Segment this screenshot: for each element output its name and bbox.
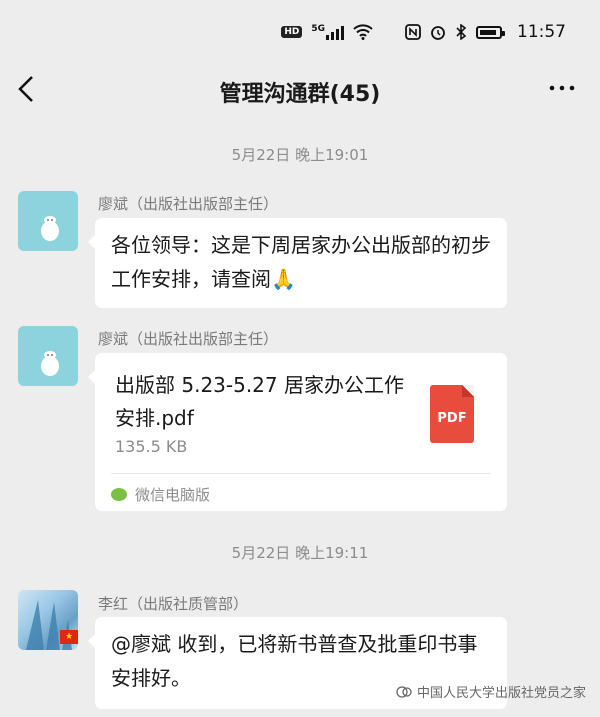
nfc-icon xyxy=(405,24,421,40)
more-icon xyxy=(548,77,576,107)
battery-icon xyxy=(476,25,505,39)
baymax-icon xyxy=(41,216,59,241)
file-size: 135.5 KB xyxy=(115,437,188,456)
file-name: 出版部 5.23-5.27 居家办公工作安排.pdf xyxy=(115,373,404,430)
sender-name: 李红（出版社质管部） xyxy=(98,595,249,613)
message-bubble[interactable]: 各位领导：这是下周居家办公出版部的初步工作安排，请查阅🙏 xyxy=(88,218,507,308)
status-bar: HD 5G 11:57 xyxy=(0,0,600,60)
sender-name: 廖斌（出版社出版部主任） xyxy=(98,195,279,213)
more-button[interactable] xyxy=(548,70,576,107)
chat-title: 管理沟通群(45) xyxy=(219,82,381,107)
alarm-icon xyxy=(431,26,445,40)
flag-icon: ★ xyxy=(60,630,78,644)
sender-name: 廖斌（出版社出版部主任） xyxy=(98,330,279,348)
file-source-label: 微信电脑版 xyxy=(135,486,211,504)
clock: 11:57 xyxy=(517,22,566,42)
wechat-icon xyxy=(111,488,127,501)
nav-bar: 管理沟通群(45) xyxy=(0,60,600,124)
pdf-icon: PDF xyxy=(430,385,474,443)
watermark: 中国人民大学出版社党员之家 xyxy=(396,682,586,701)
watermark-text: 中国人民大学出版社党员之家 xyxy=(416,686,586,701)
message-text: 各位领导：这是下周居家办公出版部的初步工作安排，请查阅🙏 xyxy=(111,233,491,291)
timestamp: 5月22日 晚上19:01 xyxy=(231,146,369,164)
signal-icon: 5G xyxy=(311,24,344,40)
divider xyxy=(111,473,491,474)
wifi-icon xyxy=(353,24,373,40)
avatar[interactable] xyxy=(18,191,78,251)
timestamp: 5月22日 晚上19:11 xyxy=(231,544,369,562)
bluetooth-icon xyxy=(456,24,467,40)
file-source: 微信电脑版 xyxy=(111,484,210,505)
network-type: 5G xyxy=(311,24,325,34)
hd-icon: HD xyxy=(281,26,303,38)
avatar[interactable] xyxy=(18,326,78,386)
wechat-official-icon xyxy=(396,685,412,698)
file-message[interactable]: 出版部 5.23-5.27 居家办公工作安排.pdf 135.5 KB PDF … xyxy=(88,353,507,511)
baymax-icon xyxy=(41,351,59,376)
